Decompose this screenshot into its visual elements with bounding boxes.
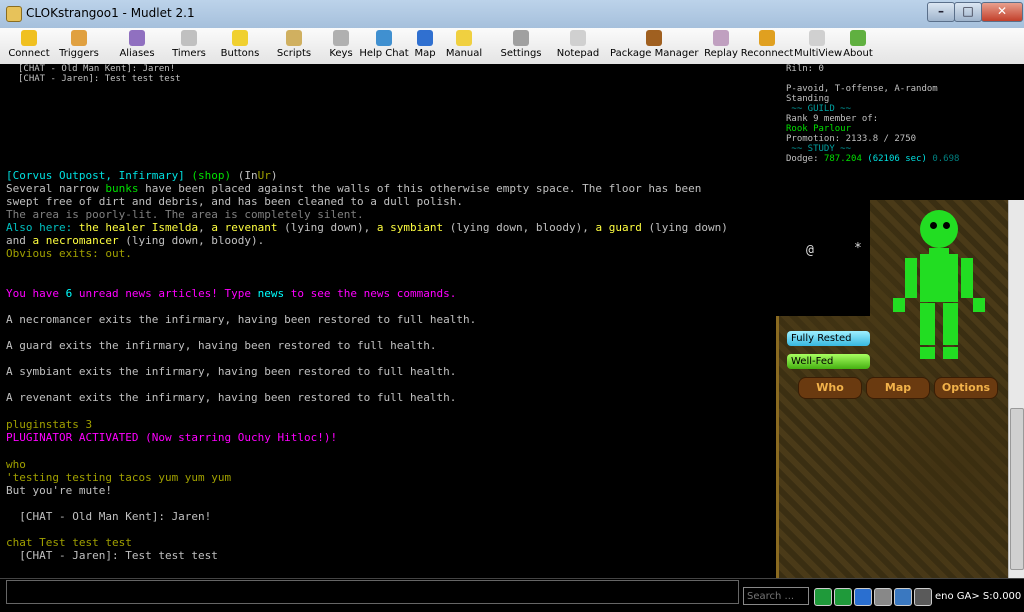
figure-right-arm: [961, 258, 973, 298]
scripts-button[interactable]: Scripts: [272, 30, 316, 62]
title-bar: CLOKstrangoo1 - Mudlet 2.1 – □ ✕: [0, 0, 1024, 29]
scripts-icon: [286, 30, 302, 46]
figure-left-arm: [905, 258, 917, 298]
console-line: [CHAT - Jaren]: Test test test: [18, 74, 181, 84]
room-exits: Obvious exits: out.: [6, 247, 132, 260]
keyboard-icon[interactable]: [874, 588, 892, 606]
triggers-button[interactable]: Triggers: [56, 30, 102, 62]
console-line: [CHAT - Old Man Kent]: Jaren!: [6, 510, 212, 523]
help-chat-icon: [376, 30, 392, 46]
news-line: You have 6 unread news articles! Type ne…: [6, 287, 457, 300]
connect-icon: [21, 30, 37, 46]
status-readout: eno GA> S:0.000: [935, 591, 1022, 602]
multiview-button[interactable]: MultiView: [794, 30, 842, 62]
keys-button[interactable]: Keys: [326, 30, 356, 62]
room-description: swept free of dirt and debris, and has b…: [6, 195, 463, 208]
keys-icon: [333, 30, 349, 46]
timers-button[interactable]: Timers: [168, 30, 210, 62]
close-button[interactable]: ✕: [981, 2, 1023, 22]
figure-left-hand: [893, 298, 905, 312]
map-toggle-button[interactable]: Map: [866, 377, 930, 399]
figure-right-hand: [973, 298, 985, 312]
console-line: But you're mute!: [6, 484, 112, 497]
reconnect-icon: [759, 30, 775, 46]
app-icon: [6, 6, 22, 22]
console-line: A revenant exits the infirmary, having b…: [6, 391, 457, 404]
help-chat-button[interactable]: Help Chat: [358, 30, 410, 62]
console-line: [CHAT - Jaren]: Test test test: [6, 549, 218, 562]
console-line: [CHAT - Old Man Kent]: Jaren!: [18, 64, 176, 74]
room-description: Several narrow bunks have been placed ag…: [6, 182, 702, 195]
figure-right-foot: [943, 347, 958, 359]
connect-button[interactable]: Connect: [6, 30, 52, 62]
manual-button[interactable]: Manual: [444, 30, 484, 62]
replay-icon: [713, 30, 729, 46]
dodge-line: Dodge: 787.204 (62106 sec) 0.698: [786, 154, 960, 164]
notepad-button[interactable]: Notepad: [555, 30, 601, 62]
map-icon: [417, 30, 433, 46]
settings-icon: [513, 30, 529, 46]
room-occupants: Also here: the healer Ismelda, a revenan…: [6, 221, 728, 234]
options-button[interactable]: Options: [934, 377, 998, 399]
console-line: A symbiant exits the infirmary, having b…: [6, 365, 457, 378]
replay-button[interactable]: Replay: [702, 30, 740, 62]
buttons-icon: [232, 30, 248, 46]
screen-icon[interactable]: [894, 588, 912, 606]
scroll-up-icon[interactable]: [814, 588, 832, 606]
window-title: CLOKstrangoo1 - Mudlet 2.1: [26, 6, 195, 20]
figure-eye: [943, 222, 950, 229]
who-button[interactable]: Who: [798, 377, 862, 399]
aliases-icon: [129, 30, 145, 46]
room-occupants: and a necromancer (lying down, bloody).: [6, 234, 265, 247]
scrollbar-thumb[interactable]: [1010, 408, 1024, 570]
search-input[interactable]: [743, 587, 809, 605]
timers-icon: [181, 30, 197, 46]
info-icon[interactable]: [854, 588, 872, 606]
toolbar: Connect Triggers Aliases Timers Buttons …: [0, 28, 1024, 65]
manual-icon: [456, 30, 472, 46]
console-line: pluginstats 3: [6, 418, 93, 431]
console-line: chat Test test test: [6, 536, 132, 549]
fed-status-badge: Well-Fed: [787, 354, 870, 369]
about-button[interactable]: About: [842, 30, 874, 62]
room-title-line: [Corvus Outpost, Infirmary] (shop) (InUr…: [6, 169, 278, 182]
mini-map[interactable]: [776, 200, 870, 316]
figure-torso: [920, 254, 958, 302]
package-manager-button[interactable]: Package Manager: [610, 30, 698, 62]
scroll-down-icon[interactable]: [834, 588, 852, 606]
maximize-button[interactable]: □: [954, 2, 982, 22]
minimize-button[interactable]: –: [927, 2, 955, 22]
console-line: A guard exits the infirmary, having been…: [6, 339, 437, 352]
package-icon: [646, 30, 662, 46]
buttons-button[interactable]: Buttons: [218, 30, 262, 62]
multiview-icon: [809, 30, 825, 46]
triggers-icon: [71, 30, 87, 46]
timestamp-icon[interactable]: [914, 588, 932, 606]
map-marker: *: [854, 241, 862, 256]
body-status-figure: [920, 210, 958, 248]
room-lighting: The area is poorly-lit. The area is comp…: [6, 208, 364, 221]
figure-eye: [930, 222, 937, 229]
about-icon: [850, 30, 866, 46]
command-input[interactable]: [6, 580, 739, 604]
character-info-panel: Riln: 0 P-avoid, T-offense, A-random Sta…: [786, 64, 1024, 164]
settings-button[interactable]: Settings: [496, 30, 546, 62]
console-line: PLUGINATOR ACTIVATED (Now starring Ouchy…: [6, 431, 338, 444]
console-line: 'testing testing tacos yum yum yum: [6, 471, 232, 484]
aliases-button[interactable]: Aliases: [114, 30, 160, 62]
figure-right-leg: [943, 303, 958, 345]
figure-left-leg: [920, 303, 935, 345]
rested-status-badge: Fully Rested: [787, 331, 870, 346]
notepad-icon: [570, 30, 586, 46]
console-line: who: [6, 458, 26, 471]
reconnect-button[interactable]: Reconnect: [740, 30, 794, 62]
map-button[interactable]: Map: [413, 30, 437, 62]
figure-left-foot: [920, 347, 935, 359]
console-line: A necromancer exits the infirmary, havin…: [6, 313, 477, 326]
room-name: [Corvus Outpost, Infirmary]: [6, 169, 185, 182]
player-marker: @: [806, 243, 814, 258]
